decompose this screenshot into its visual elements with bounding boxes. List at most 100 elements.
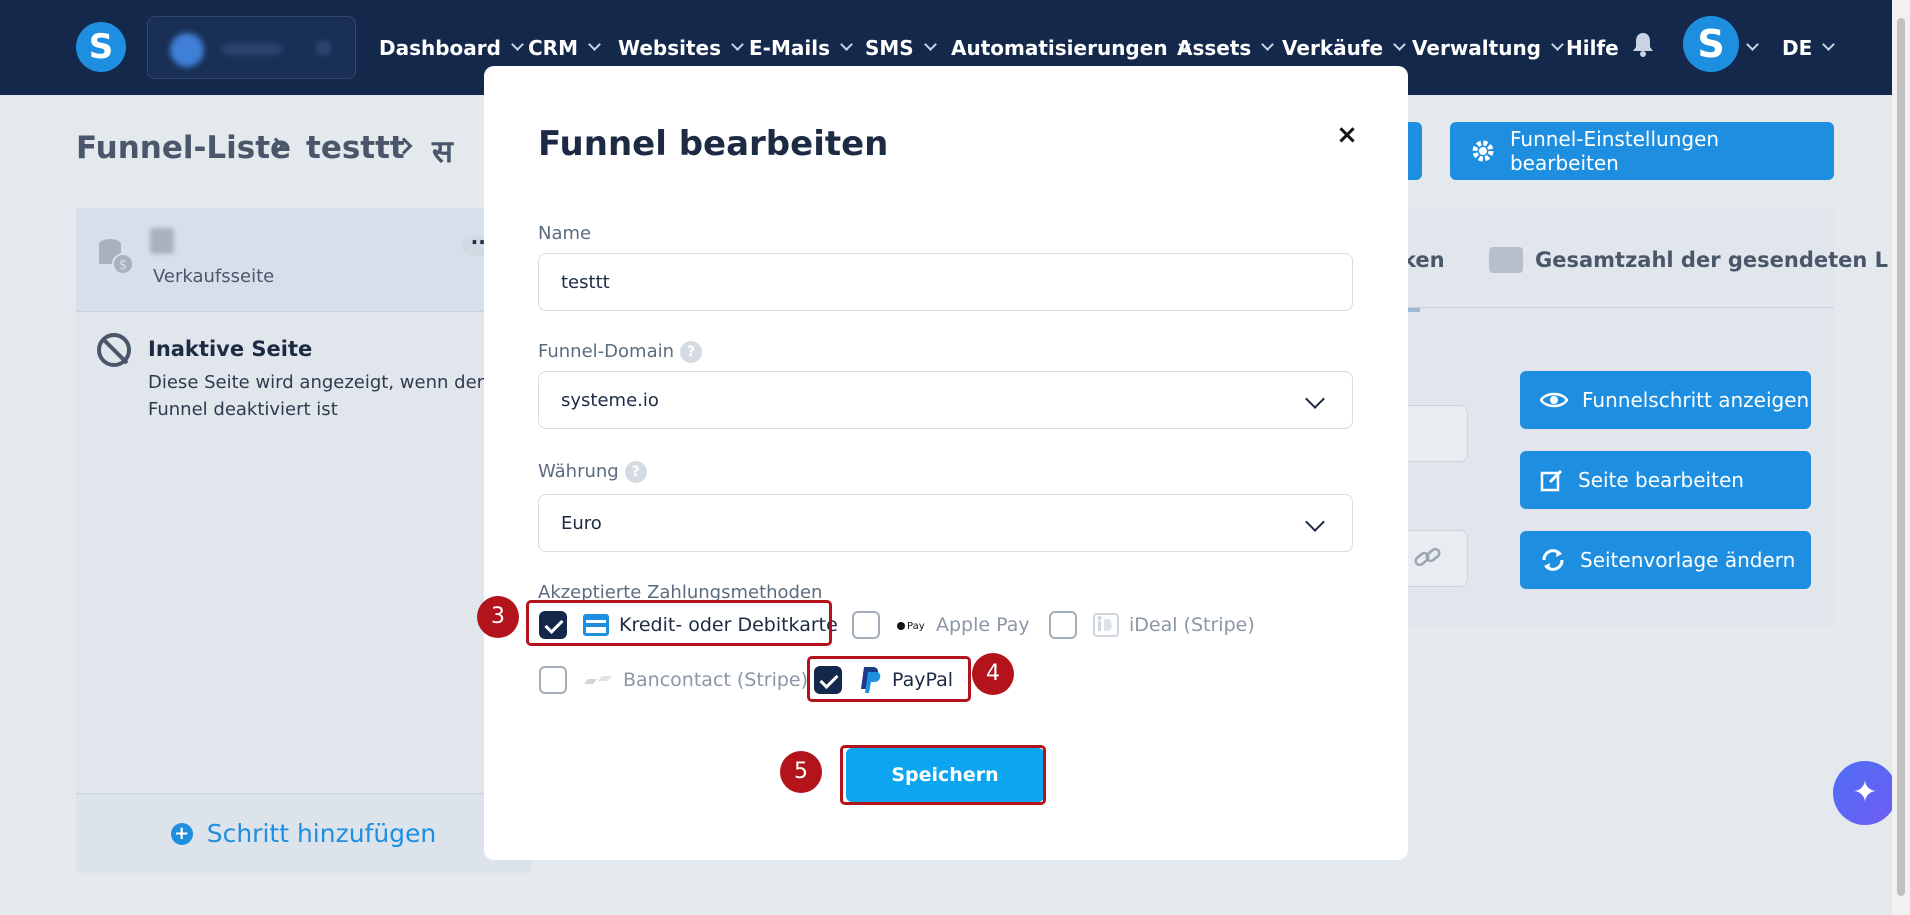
chevron-down-icon [1393, 38, 1406, 51]
workspace-switcher[interactable] [147, 16, 356, 79]
gear-icon [1472, 140, 1494, 162]
breadcrumb-funnel-list[interactable]: Funnel-Liste [76, 130, 291, 166]
disabled-icon [97, 333, 131, 367]
bancontact-checkbox[interactable] [539, 666, 567, 694]
change-template-label: Seitenvorlage ändern [1580, 548, 1796, 572]
chevron-down-icon [1746, 38, 1759, 51]
nav-label: Websites [618, 35, 722, 60]
annotation-highlight-paypal [807, 656, 971, 702]
annotation-badge: 4 [972, 653, 1014, 695]
modal-title: Funnel bearbeiten [538, 124, 889, 164]
edit-page-label: Seite bearbeiten [1578, 468, 1744, 492]
workspace-name-blurred [222, 43, 282, 55]
currency-value: Euro [561, 512, 602, 534]
annotation-badge: 3 [477, 596, 519, 638]
add-step-button[interactable]: + Schritt hinzufügen [76, 793, 531, 873]
scrollbar-thumb[interactable] [1897, 18, 1905, 896]
change-template-button[interactable]: Seitenvorlage ändern [1520, 531, 1811, 589]
name-value: testtt [561, 271, 610, 293]
chevron-down-icon [923, 38, 937, 51]
input-partial[interactable] [1400, 405, 1468, 462]
chevron-down-icon [511, 38, 524, 51]
chevron-down-icon [731, 38, 744, 51]
step-type: Verkaufsseite [153, 266, 275, 287]
chevron-down-icon [588, 38, 601, 51]
plus-icon: + [170, 822, 193, 845]
help-icon[interactable]: ? [680, 341, 703, 363]
ideal-label: iDeal (Stripe) [1129, 614, 1255, 636]
nav-label: Dashboard [379, 35, 501, 60]
language-switcher[interactable]: DE [1782, 0, 1836, 95]
funnel-settings-button[interactable]: Funnel-Einstellungen bearbeiten [1450, 122, 1834, 180]
edit-funnel-modal: Funnel bearbeiten × Name testtt Funnel-D… [484, 66, 1408, 860]
chevron-down-icon [316, 41, 330, 55]
nav-label: CRM [528, 35, 578, 60]
users-icon [1489, 247, 1523, 273]
breadcrumb-step: स [432, 134, 453, 170]
help-icon[interactable]: ? [624, 461, 647, 483]
inactive-page-description: Diese Seite wird angezeigt, wenn der Fun… [148, 372, 485, 420]
chevron-down-icon [1261, 38, 1275, 51]
tab-partial[interactable]: ken [1402, 248, 1445, 272]
currency-label-text: Währung [538, 461, 619, 482]
step-name-blurred [150, 228, 174, 254]
sparkle-icon[interactable]: ✦ [1833, 761, 1897, 825]
close-icon[interactable]: × [1330, 118, 1364, 152]
ideal-icon [1093, 613, 1119, 637]
ideal-checkbox[interactable] [1049, 611, 1077, 639]
chevron-down-icon [1822, 38, 1836, 51]
currency-label: Währung? [538, 461, 647, 483]
chevron-down-icon [1551, 38, 1564, 51]
annotation-highlight-card [526, 600, 832, 646]
nav-item-admin[interactable]: Verwaltung [1412, 0, 1564, 95]
payment-method-ideal[interactable]: iDeal (Stripe) [1049, 610, 1255, 640]
user-avatar[interactable]: S [1683, 16, 1739, 72]
inactive-page-title[interactable]: Inaktive Seite [148, 337, 312, 361]
nav-label: Verwaltung [1412, 35, 1541, 60]
svg-text:Pay: Pay [907, 621, 925, 632]
apple-pay-checkbox[interactable] [852, 611, 880, 639]
nav-item-help[interactable]: Hilfe [1566, 0, 1619, 95]
currency-select[interactable]: Euro [538, 494, 1353, 552]
payment-method-apple-pay[interactable]: Pay Apple Pay [852, 610, 1030, 640]
funnel-settings-label: Funnel-Einstellungen bearbeiten [1509, 127, 1720, 175]
annotation-highlight-save [840, 745, 1046, 805]
bancontact-icon [584, 676, 612, 684]
breadcrumb-funnel[interactable]: testtt [306, 130, 405, 166]
name-label: Name [538, 223, 592, 244]
bell-icon[interactable] [1632, 31, 1654, 57]
chevron-down-icon [840, 38, 853, 51]
bancontact-label: Bancontact (Stripe) [623, 669, 809, 691]
logo[interactable]: S [76, 22, 126, 72]
link-icon[interactable] [1413, 545, 1443, 571]
edit-page-button[interactable]: Seite bearbeiten [1520, 451, 1811, 509]
coins-icon: $ [99, 239, 134, 275]
svg-text:$: $ [119, 258, 127, 273]
nav-label: Hilfe [1566, 35, 1619, 60]
view-step-button[interactable]: Funnelschritt anzeigen [1520, 371, 1811, 429]
nav-label: Assets [1177, 35, 1252, 60]
step-card-sales-page[interactable] [76, 208, 531, 312]
domain-label-text: Funnel-Domain [538, 341, 675, 362]
chevron-down-icon [1305, 389, 1325, 409]
avatar-menu-toggle[interactable] [1746, 0, 1759, 95]
apple-pay-label: Apple Pay [936, 614, 1030, 636]
nav-label: SMS [865, 35, 914, 60]
edit-icon [1540, 469, 1563, 492]
language-label: DE [1782, 35, 1813, 60]
payment-method-bancontact[interactable]: Bancontact (Stripe) [539, 665, 808, 695]
name-input[interactable]: testtt [538, 253, 1353, 311]
workspace-avatar-blurred [170, 33, 204, 67]
nav-label: E-Mails [749, 35, 830, 60]
domain-value: systeme.io [561, 389, 659, 411]
domain-select[interactable]: systeme.io [538, 371, 1353, 429]
annotation-badge: 5 [780, 751, 822, 793]
tab-total-sent[interactable]: Gesamtzahl der gesendeten L [1535, 248, 1888, 272]
chevron-down-icon [1305, 512, 1325, 532]
apple-pay-icon: Pay [897, 621, 925, 632]
domain-label: Funnel-Domain? [538, 341, 703, 363]
nav-label: Automatisierungen [951, 35, 1168, 60]
eye-icon [1540, 392, 1568, 408]
scrollbar[interactable] [1892, 0, 1910, 915]
add-step-label: Schritt hinzufügen [206, 819, 437, 848]
